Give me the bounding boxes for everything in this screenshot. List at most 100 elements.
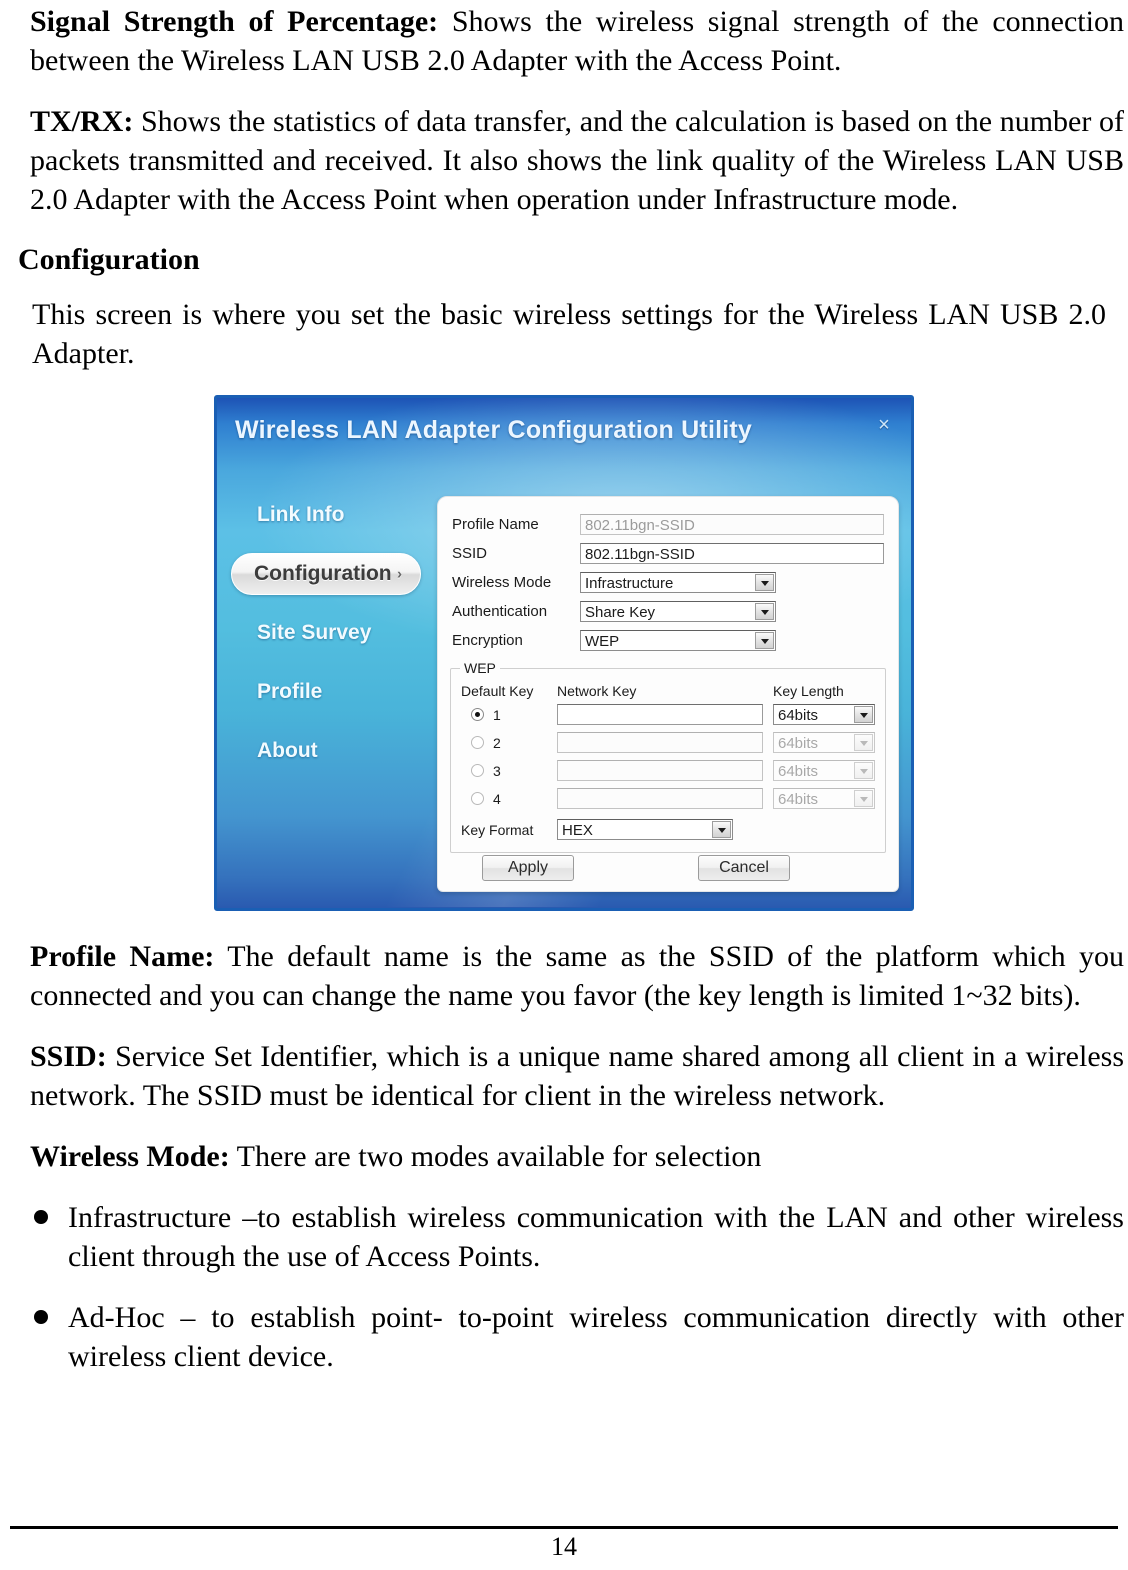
wep-key-row: 1 64bits bbox=[461, 701, 875, 729]
default-key-radio-cell-2[interactable]: 2 bbox=[461, 735, 557, 751]
encryption-label: Encryption bbox=[452, 632, 523, 649]
wireless-lan-utility-window: Wireless LAN Adapter Configuration Utili… bbox=[214, 394, 914, 911]
default-key-radio-cell-1[interactable]: 1 bbox=[461, 707, 557, 723]
network-key-input-3[interactable] bbox=[557, 760, 763, 781]
figure-configuration-screenshot: Wireless LAN Adapter Configuration Utili… bbox=[214, 394, 914, 911]
sidebar-item-label: Link Info bbox=[257, 502, 345, 526]
sidebar-item-configuration[interactable]: Configuration › bbox=[231, 552, 421, 595]
key-length-value-1: 64bits bbox=[778, 707, 819, 724]
document-body: Signal Strength of Percentage: Shows the… bbox=[0, 0, 1128, 1376]
wep-key-row: 3 64bits bbox=[461, 757, 875, 785]
sidebar-item-label: Profile bbox=[257, 679, 323, 703]
paragraph-text: Shows the statistics of data transfer, a… bbox=[30, 105, 1124, 216]
encryption-select[interactable]: WEP bbox=[580, 630, 776, 651]
chevron-down-icon[interactable] bbox=[854, 706, 873, 723]
wep-key-row: 4 64bits bbox=[461, 785, 875, 813]
document-page: Signal Strength of Percentage: Shows the… bbox=[0, 0, 1128, 1570]
chevron-down-icon[interactable] bbox=[755, 603, 774, 620]
authentication-value: Share Key bbox=[585, 604, 656, 621]
ssid-input[interactable]: 802.11bgn-SSID bbox=[580, 543, 884, 564]
default-key-header: Default Key bbox=[461, 682, 534, 699]
key-length-select-2[interactable]: 64bits bbox=[773, 732, 875, 753]
default-key-radio-2[interactable] bbox=[471, 736, 484, 749]
key-length-select-4[interactable]: 64bits bbox=[773, 788, 875, 809]
default-key-index-4: 4 bbox=[493, 790, 501, 807]
default-key-index-1: 1 bbox=[493, 706, 501, 723]
key-length-select-1[interactable]: 64bits bbox=[773, 704, 875, 725]
apply-button[interactable]: Apply bbox=[482, 854, 574, 881]
footer-divider bbox=[10, 1526, 1118, 1530]
network-key-input-4[interactable] bbox=[557, 788, 763, 809]
key-length-value-2: 64bits bbox=[778, 735, 819, 752]
default-key-index-3: 3 bbox=[493, 762, 501, 779]
sidebar-item-about[interactable]: About bbox=[229, 730, 429, 772]
sidebar-item-label: Site Survey bbox=[257, 620, 372, 644]
default-key-index-2: 2 bbox=[493, 734, 501, 751]
wep-group: WEP Default Key Network Key Key Length 1 bbox=[450, 659, 886, 853]
network-key-input-1[interactable] bbox=[557, 704, 763, 725]
wep-column-headers: Default Key Network Key Key Length bbox=[461, 683, 875, 699]
window-title: Wireless LAN Adapter Configuration Utili… bbox=[235, 415, 753, 444]
list-item-text: Infrastructure –to establish wireless co… bbox=[68, 1200, 1124, 1273]
paragraph-lead: Signal Strength of Percentage: bbox=[30, 5, 439, 38]
chevron-down-icon[interactable] bbox=[854, 762, 873, 779]
default-key-radio-cell-3[interactable]: 3 bbox=[461, 763, 557, 779]
paragraph-text: Service Set Identifier, which is a uniqu… bbox=[30, 1039, 1124, 1112]
paragraph-profile-name: Profile Name: The default name is the sa… bbox=[0, 937, 1128, 1015]
authentication-select[interactable]: Share Key bbox=[580, 601, 776, 622]
panel-action-bar: Apply Cancel bbox=[438, 854, 898, 881]
wireless-mode-select[interactable]: Infrastructure bbox=[580, 572, 776, 593]
paragraph-lead: TX/RX: bbox=[30, 105, 134, 138]
profile-name-label: Profile Name bbox=[452, 516, 539, 533]
chevron-right-icon: › bbox=[397, 565, 402, 582]
wep-key-row: 2 64bits bbox=[461, 729, 875, 757]
key-length-value-4: 64bits bbox=[778, 791, 819, 808]
default-key-radio-4[interactable] bbox=[471, 792, 484, 805]
key-length-select-3[interactable]: 64bits bbox=[773, 760, 875, 781]
close-icon[interactable]: × bbox=[873, 414, 895, 436]
wireless-mode-label: Wireless Mode bbox=[452, 574, 552, 591]
chevron-down-icon[interactable] bbox=[712, 821, 731, 838]
paragraph-configuration-intro: This screen is where you set the basic w… bbox=[32, 297, 1106, 370]
default-key-radio-3[interactable] bbox=[471, 764, 484, 777]
network-key-header: Network Key bbox=[557, 682, 637, 699]
sidebar-item-profile[interactable]: Profile bbox=[229, 671, 429, 713]
chevron-down-icon[interactable] bbox=[854, 734, 873, 751]
authentication-label: Authentication bbox=[452, 603, 548, 620]
page-number: 14 bbox=[551, 1532, 577, 1562]
paragraph-ssid: SSID: Service Set Identifier, which is a… bbox=[0, 1037, 1128, 1115]
encryption-value: WEP bbox=[585, 633, 620, 650]
paragraph-lead: Profile Name: bbox=[30, 939, 215, 973]
sidebar-item-label: About bbox=[257, 738, 318, 762]
sidebar-item-link-info[interactable]: Link Info bbox=[229, 494, 429, 536]
paragraph-text: There are two modes available for select… bbox=[229, 1139, 762, 1173]
field-row-ssid: SSID 802.11bgn-SSID bbox=[452, 540, 884, 568]
field-row-key-format: Key Format HEX bbox=[461, 816, 875, 844]
network-key-input-2[interactable] bbox=[557, 732, 763, 753]
ssid-label: SSID bbox=[452, 545, 488, 562]
paragraph-lead: SSID: bbox=[30, 1039, 107, 1073]
section-heading-configuration: Configuration bbox=[18, 243, 200, 276]
chevron-down-icon[interactable] bbox=[854, 790, 873, 807]
default-key-radio-1[interactable] bbox=[471, 708, 484, 721]
cancel-button[interactable]: Cancel bbox=[698, 854, 790, 881]
chevron-down-icon[interactable] bbox=[755, 574, 774, 591]
paragraph-lead: Wireless Mode: bbox=[30, 1139, 230, 1173]
wireless-mode-value: Infrastructure bbox=[585, 575, 674, 592]
page-footer: 14 bbox=[10, 1526, 1118, 1562]
field-row-authentication: Authentication Share Key bbox=[452, 598, 884, 626]
key-format-select[interactable]: HEX bbox=[557, 819, 733, 840]
field-row-encryption: Encryption WEP bbox=[452, 627, 884, 655]
wireless-mode-bullet-list: Infrastructure –to establish wireless co… bbox=[0, 1198, 1128, 1376]
field-row-wireless-mode: Wireless Mode Infrastructure bbox=[452, 569, 884, 597]
bullet-icon bbox=[34, 1309, 48, 1324]
paragraph-wireless-mode: Wireless Mode: There are two modes avail… bbox=[0, 1137, 1128, 1176]
chevron-down-icon[interactable] bbox=[755, 632, 774, 649]
profile-name-input[interactable]: 802.11bgn-SSID bbox=[580, 514, 884, 535]
wep-group-legend: WEP bbox=[460, 659, 500, 676]
list-item-text: Ad-Hoc – to establish point- to-point wi… bbox=[68, 1300, 1124, 1373]
basic-settings-form: Profile Name 802.11bgn-SSID SSID 802.11b… bbox=[438, 497, 898, 660]
sidebar-nav: Link Info Configuration › Site Survey Pr… bbox=[229, 494, 429, 789]
sidebar-item-site-survey[interactable]: Site Survey bbox=[229, 612, 429, 654]
default-key-radio-cell-4[interactable]: 4 bbox=[461, 791, 557, 807]
